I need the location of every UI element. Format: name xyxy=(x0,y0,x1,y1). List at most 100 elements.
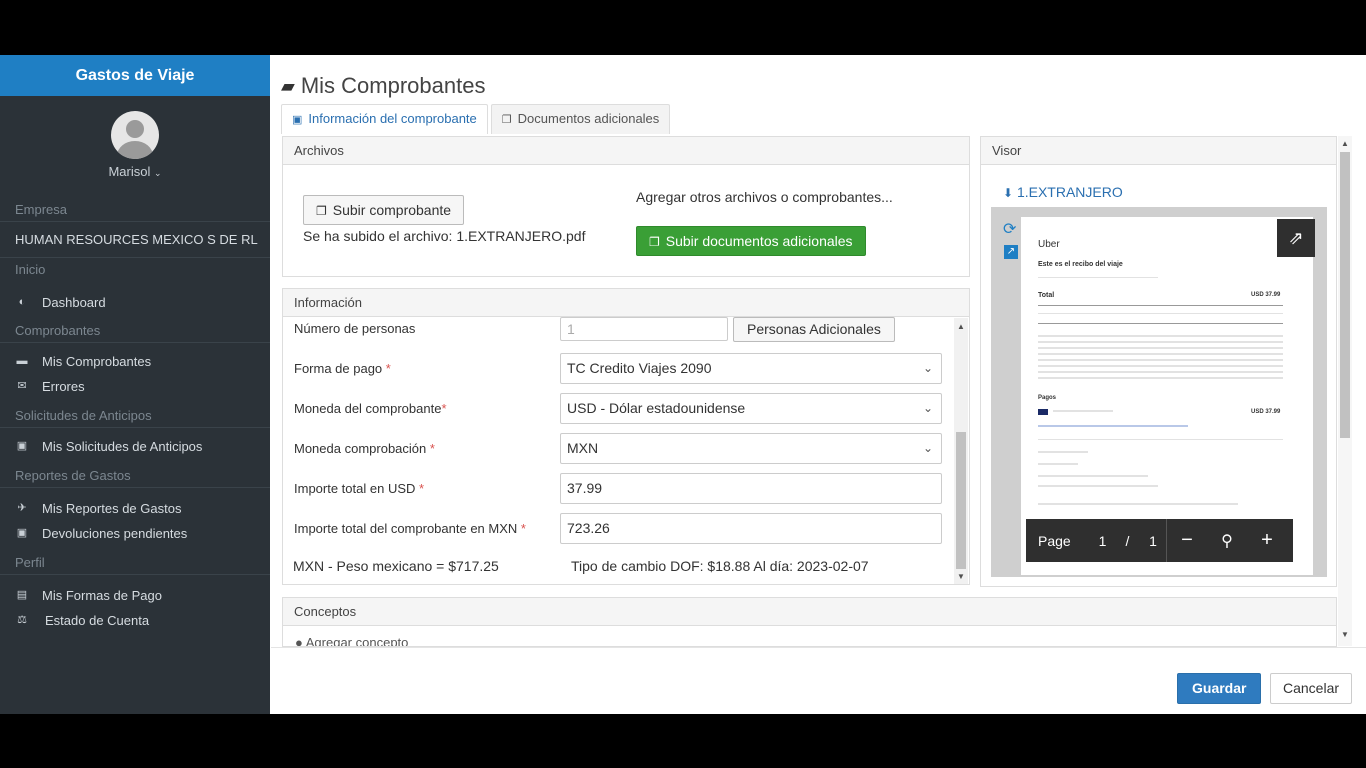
zoom-search-icon[interactable]: ⚲ xyxy=(1207,531,1247,551)
money-icon: ▣ xyxy=(16,527,28,539)
plane-icon: ✈ xyxy=(17,502,27,514)
archivos-panel: Archivos ❐ Subir comprobante Se ha subido… xyxy=(282,136,970,277)
label-text: Moneda del comprobante xyxy=(294,401,442,416)
informacion-header: Información xyxy=(283,289,969,317)
field-value: TC Credito Viajes 2090 xyxy=(567,360,712,376)
personas-input[interactable]: 1 xyxy=(560,317,728,341)
copy-icon: ❐ xyxy=(649,235,660,249)
informacion-panel: Información Número de personas 1 Persona… xyxy=(282,288,970,585)
scroll-thumb[interactable] xyxy=(956,432,966,569)
upload-receipt-button[interactable]: ❐ Subir comprobante xyxy=(303,195,465,225)
required-mark: * xyxy=(419,481,425,496)
required-mark: * xyxy=(441,401,447,416)
refresh-icon[interactable]: ⟳ xyxy=(1003,219,1016,239)
doc-pago-value: USD 37.99 xyxy=(1251,409,1281,415)
moneda-comprobacion-select[interactable]: MXN ⌄ xyxy=(560,433,942,464)
personas-adicionales-button[interactable]: Personas Adicionales xyxy=(733,317,895,342)
label-text: Moneda comprobación xyxy=(294,441,427,456)
section-comprobantes: Comprobantes xyxy=(0,319,270,343)
cancel-button[interactable]: Cancelar xyxy=(1270,673,1353,704)
importe-usd-input[interactable]: 37.99 xyxy=(560,473,942,504)
personas-label: Número de personas xyxy=(294,321,416,336)
sidebar-item-dashboard[interactable]: ◐ Dashboard xyxy=(0,290,270,315)
sidebar-item-formas-pago[interactable]: ▤ Mis Formas de Pago xyxy=(0,583,270,608)
field-value: 723.26 xyxy=(567,520,610,536)
sidebar-item-label: Mis Comprobantes xyxy=(42,354,152,369)
balance-scale-icon: ⚖ xyxy=(17,614,27,626)
external-link-icon[interactable]: ⇗ xyxy=(1277,219,1315,257)
section-solicitudes: Solicitudes de Anticipos xyxy=(0,404,270,428)
page-scrollbar[interactable]: ▲ ▼ xyxy=(1338,136,1352,646)
main-content: ▰ Mis Comprobantes ▣ Información del comp… xyxy=(271,55,1366,714)
user-menu[interactable]: Marisol ⌄ xyxy=(0,164,270,179)
visor-header: Visor xyxy=(981,137,1336,165)
upload-additional-button[interactable]: ❐ Subir documentos adicionales xyxy=(636,226,866,256)
zoom-in-icon[interactable]: + xyxy=(1247,529,1287,552)
app-brand[interactable]: Gastos de Viaje xyxy=(0,55,270,96)
zoom-out-icon[interactable]: − xyxy=(1167,529,1207,552)
tipo-cambio-text: Tipo de cambio DOF: $18.88 Al día: 2023-… xyxy=(571,558,869,574)
add-concept-link[interactable]: ● Agregar concepto xyxy=(295,635,408,646)
pager-current[interactable]: 1 xyxy=(1090,533,1115,549)
required-mark: * xyxy=(385,361,391,376)
forma-pago-select[interactable]: TC Credito Viajes 2090 ⌄ xyxy=(560,353,942,384)
inbox-icon: ▰ xyxy=(281,75,295,96)
sidebar-item-label: Mis Reportes de Gastos xyxy=(42,501,182,516)
moneda-comprobante-select[interactable]: USD - Dólar estadounidense ⌄ xyxy=(560,393,942,424)
tab-informacion[interactable]: ▣ Información del comprobante xyxy=(281,104,488,134)
save-button[interactable]: Guardar xyxy=(1177,673,1262,704)
dashboard-icon: ◐ xyxy=(18,296,26,308)
conceptos-panel: Conceptos ● Agregar concepto xyxy=(282,597,1337,647)
pager-page-label: Page xyxy=(1038,532,1071,549)
tab-documentos[interactable]: ❐ Documentos adicionales xyxy=(490,104,671,134)
scroll-down-icon[interactable]: ▼ xyxy=(955,572,967,581)
company-name[interactable]: HUMAN RESOURCES MEXICO S DE RL xyxy=(0,222,270,258)
label-text: Forma de pago xyxy=(294,361,383,376)
sidebar-item-label: Mis Solicitudes de Anticipos xyxy=(42,439,203,454)
money-icon: ▣ xyxy=(292,114,303,126)
chevron-down-icon: ⌄ xyxy=(922,441,933,455)
avatar[interactable] xyxy=(111,111,159,159)
field-value: 1 xyxy=(567,321,575,337)
sidebar-item-label: Errores xyxy=(42,379,85,394)
archivos-header: Archivos xyxy=(283,137,969,165)
visor-panel: Visor ⬇ 1.EXTRANJERO ⟳ ↗ Uber Este es el… xyxy=(980,136,1337,587)
money-icon: ▣ xyxy=(16,440,28,452)
section-reportes: Reportes de Gastos xyxy=(0,464,270,488)
app-window: Gastos de Viaje Marisol ⌄ Empresa HUMAN … xyxy=(0,55,1366,714)
sidebar-item-estado-cuenta[interactable]: ⚖ Estado de Cuenta xyxy=(0,608,270,633)
doc-brand: Uber xyxy=(1038,239,1060,250)
pager-separator: / xyxy=(1125,532,1130,549)
section-inicio: Inicio xyxy=(15,262,46,277)
sidebar-item-mis-comprobantes[interactable]: ▬ Mis Comprobantes xyxy=(0,349,270,374)
section-empresa: Empresa xyxy=(0,198,270,222)
sidebar-item-label: Devoluciones pendientes xyxy=(42,526,188,541)
sidebar-item-mis-solicitudes[interactable]: ▣ Mis Solicitudes de Anticipos xyxy=(0,434,270,459)
moneda-comprobacion-label: Moneda comprobación * xyxy=(294,441,435,456)
copy-icon: ❐ xyxy=(501,114,512,126)
importe-mxn-input[interactable]: 723.26 xyxy=(560,513,942,544)
importe-usd-label: Importe total en USD * xyxy=(294,481,424,496)
scroll-down-icon[interactable]: ▼ xyxy=(1339,630,1351,639)
info-scrollbar[interactable]: ▲ ▼ xyxy=(954,318,968,584)
label-text: Importe total en USD xyxy=(294,481,416,496)
sidebar-item-devoluciones[interactable]: ▣ Devoluciones pendientes xyxy=(0,521,270,546)
conceptos-header: Conceptos xyxy=(283,598,1336,626)
file-download-link[interactable]: ⬇ 1.EXTRANJERO xyxy=(1003,184,1123,200)
footer-bar: Guardar Cancelar xyxy=(271,647,1366,714)
chevron-down-icon: ⌄ xyxy=(153,168,162,178)
credit-card-icon: ▤ xyxy=(16,589,28,601)
chevron-down-icon: ⌄ xyxy=(922,361,933,375)
scroll-up-icon[interactable]: ▲ xyxy=(1339,139,1351,148)
doc-total-label: Total xyxy=(1038,292,1055,299)
sidebar-item-mis-reportes[interactable]: ✈ Mis Reportes de Gastos xyxy=(0,496,270,521)
conversion-text: MXN - Peso mexicano = $717.25 xyxy=(293,558,499,574)
scroll-thumb[interactable] xyxy=(1340,152,1350,438)
scroll-up-icon[interactable]: ▲ xyxy=(955,322,967,331)
tabs: ▣ Información del comprobante ❐ Documentos… xyxy=(281,104,673,134)
pdf-viewer[interactable]: ⟳ ↗ Uber Este es el recibo del viaje Tot… xyxy=(991,207,1327,577)
sidebar-item-label: Mis Formas de Pago xyxy=(42,588,162,603)
sidebar-item-errores[interactable]: ✉ Errores xyxy=(0,374,270,399)
field-value: 37.99 xyxy=(567,480,603,496)
open-link-icon[interactable]: ↗ xyxy=(1004,245,1018,259)
